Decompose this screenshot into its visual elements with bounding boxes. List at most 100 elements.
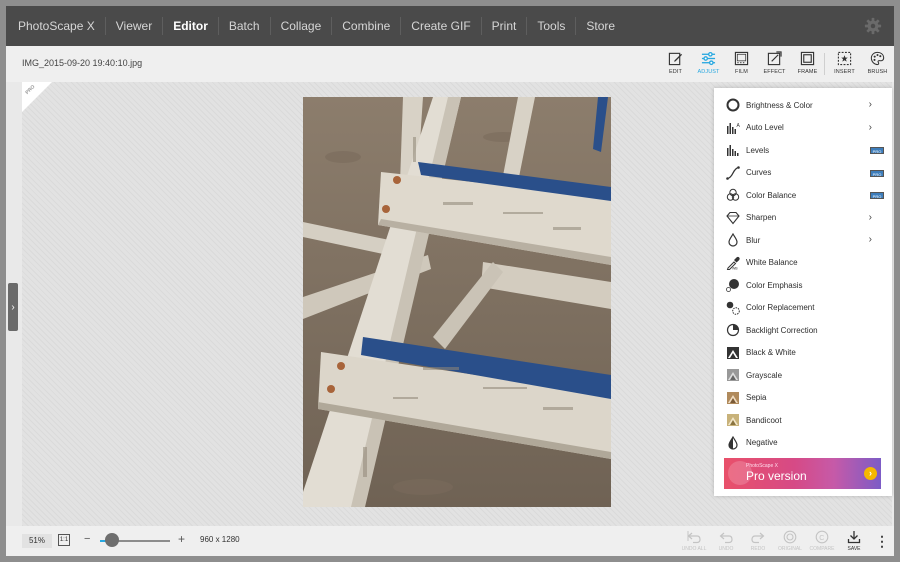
- edit-icon: [668, 52, 683, 66]
- menu-item-label: Backlight Correction: [746, 325, 818, 335]
- menu-item-label: Negative: [746, 438, 778, 448]
- tab-effect[interactable]: EFFECT: [758, 46, 791, 82]
- frame-icon: [800, 51, 815, 66]
- pro-version-banner[interactable]: PhotoScape X Pro version ›: [724, 458, 881, 489]
- editor-tabs: EDIT ADJUST FILM EFFECT FRAME INSERT BRU…: [659, 46, 894, 82]
- undo-all-label: UNDO ALL: [681, 546, 707, 552]
- undo-all-button[interactable]: UNDO ALL: [678, 526, 710, 556]
- menu-item-label: Color Emphasis: [746, 280, 803, 290]
- tab-insert-label: INSERT: [834, 69, 855, 75]
- menu-item-blur[interactable]: Blur ›: [714, 229, 892, 252]
- negative-drop-icon: [728, 435, 738, 450]
- zoom-in-button[interactable]: +: [178, 532, 185, 546]
- redo-button[interactable]: REDO: [742, 526, 774, 556]
- menu-item-label: Blur: [746, 235, 761, 245]
- histogram-auto-icon: A: [727, 122, 741, 134]
- tab-brush[interactable]: BRUSH: [861, 46, 894, 82]
- menu-item-negative[interactable]: Negative: [714, 432, 892, 455]
- save-button[interactable]: SAVE: [838, 526, 870, 556]
- menu-item-label: Grayscale: [746, 370, 783, 380]
- chevron-right-icon: ›: [868, 234, 872, 245]
- nav-item-viewer[interactable]: Viewer: [104, 17, 162, 35]
- save-icon: [847, 531, 861, 544]
- original-button[interactable]: ORIGINAL: [774, 526, 806, 556]
- menu-item-auto-level[interactable]: A Auto Level ›: [714, 117, 892, 140]
- nav-item-combine[interactable]: Combine: [331, 17, 400, 35]
- promo-title: Pro version: [746, 469, 807, 483]
- menu-item-levels[interactable]: Levels PRO: [714, 139, 892, 162]
- chevron-right-icon: ›: [868, 121, 872, 133]
- tab-edit[interactable]: EDIT: [659, 46, 692, 82]
- menu-item-color-emphasis[interactable]: Color Emphasis: [714, 274, 892, 297]
- original-label: ORIGINAL: [778, 546, 802, 552]
- compare-button[interactable]: C COMPARE: [806, 526, 838, 556]
- menu-item-color-replacement[interactable]: Color Replacement: [714, 297, 892, 320]
- zoom-slider-thumb[interactable]: [104, 533, 119, 547]
- actual-size-button[interactable]: 1:1: [58, 534, 70, 546]
- nav-item-editor[interactable]: Editor: [162, 17, 218, 35]
- menu-item-label: Auto Level: [746, 123, 784, 133]
- menu-item-backlight-correction[interactable]: Backlight Correction: [714, 319, 892, 342]
- nav-item-store[interactable]: Store: [575, 17, 625, 35]
- nav-item-print[interactable]: Print: [480, 17, 527, 35]
- menu-item-label: Bandicoot: [746, 415, 782, 425]
- film-icon: [734, 51, 749, 66]
- tab-adjust[interactable]: ADJUST: [692, 46, 725, 82]
- toolbar-divider: [824, 53, 825, 75]
- zoom-out-button[interactable]: −: [84, 533, 90, 545]
- menu-item-sepia[interactable]: Sepia: [714, 387, 892, 410]
- redo-label: REDO: [750, 546, 766, 552]
- nav-item-create-gif[interactable]: Create GIF: [400, 17, 480, 35]
- nav-item-photoscape-x[interactable]: PhotoScape X: [6, 17, 105, 35]
- redo-icon: [751, 532, 765, 544]
- nav-item-tools[interactable]: Tools: [526, 17, 575, 35]
- svg-text:A: A: [737, 123, 741, 129]
- menu-item-bandicoot[interactable]: Bandicoot: [714, 409, 892, 432]
- menu-item-white-balance[interactable]: WB White Balance: [714, 252, 892, 275]
- bandicoot-icon: [727, 414, 739, 427]
- undo-icon: [719, 532, 733, 544]
- menu-item-label: Sepia: [746, 393, 767, 403]
- tab-effect-label: EFFECT: [763, 69, 786, 75]
- effect-icon: [767, 51, 782, 66]
- more-options-icon[interactable]: ⋮: [870, 526, 894, 556]
- tab-frame-label: FRAME: [797, 69, 818, 75]
- undo-all-icon: [687, 531, 701, 544]
- eyedropper-icon: WB: [726, 256, 740, 270]
- menu-item-brightness-color[interactable]: Brightness & Color ›: [714, 94, 892, 117]
- sidebar-toggle-button[interactable]: ›: [8, 283, 18, 331]
- gear-icon[interactable]: [864, 17, 882, 35]
- menu-item-label: Curves: [746, 168, 772, 178]
- tab-frame[interactable]: FRAME: [791, 46, 824, 82]
- compare-icon: C: [815, 530, 829, 544]
- save-label: SAVE: [847, 546, 861, 552]
- menu-item-black-white[interactable]: Black & White: [714, 342, 892, 365]
- menu-item-label: White Balance: [746, 258, 798, 268]
- compare-label: COMPARE: [809, 546, 835, 552]
- pro-badge: PRO: [870, 147, 884, 154]
- insert-icon: [837, 51, 852, 66]
- nav-item-collage[interactable]: Collage: [269, 17, 332, 35]
- nav-item-batch[interactable]: Batch: [217, 17, 270, 35]
- diamond-icon: [726, 211, 740, 225]
- menu-item-curves[interactable]: Curves PRO: [714, 162, 892, 185]
- file-name: IMG_2015-09-20 19:40:10.jpg: [22, 58, 143, 68]
- zoom-level[interactable]: 51%: [22, 534, 52, 548]
- menu-item-color-balance[interactable]: Color Balance PRO: [714, 184, 892, 207]
- tab-film[interactable]: FILM: [725, 46, 758, 82]
- histogram-icon: [727, 145, 739, 157]
- grayscale-icon: [727, 369, 739, 382]
- chevron-right-icon: ›: [868, 211, 872, 223]
- tab-insert[interactable]: INSERT: [828, 46, 861, 82]
- curve-icon: [726, 165, 740, 180]
- svg-text:WB: WB: [732, 266, 738, 270]
- menu-item-sharpen[interactable]: Sharpen ›: [714, 207, 892, 230]
- color-balance-icon: [726, 189, 740, 201]
- image-dimensions: 960 x 1280: [200, 535, 240, 544]
- menu-item-grayscale[interactable]: Grayscale: [714, 364, 892, 387]
- undo-button[interactable]: UNDO: [710, 526, 742, 556]
- sliders-icon: [701, 51, 716, 66]
- menu-item-label: Brightness & Color: [746, 100, 813, 110]
- drop-icon: [728, 233, 738, 247]
- edited-photo: [303, 97, 611, 507]
